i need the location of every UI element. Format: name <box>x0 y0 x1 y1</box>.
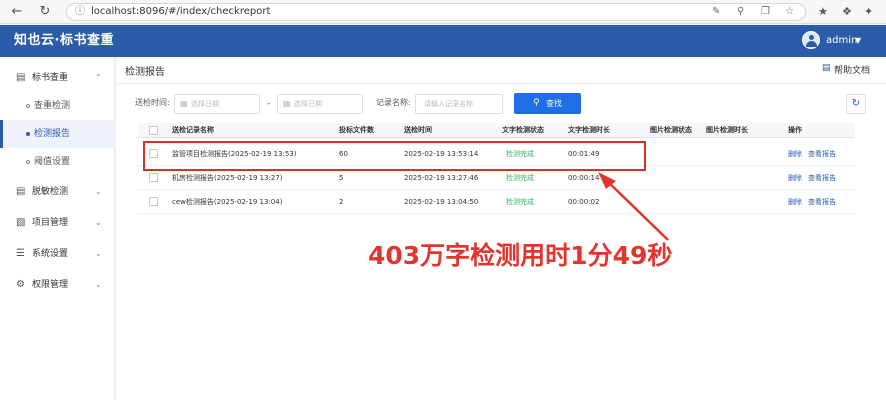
annotation-text: 403万字检测用时1分49秒 <box>368 241 673 270</box>
annotation-arrow <box>598 172 669 241</box>
arrow-line <box>601 175 669 241</box>
